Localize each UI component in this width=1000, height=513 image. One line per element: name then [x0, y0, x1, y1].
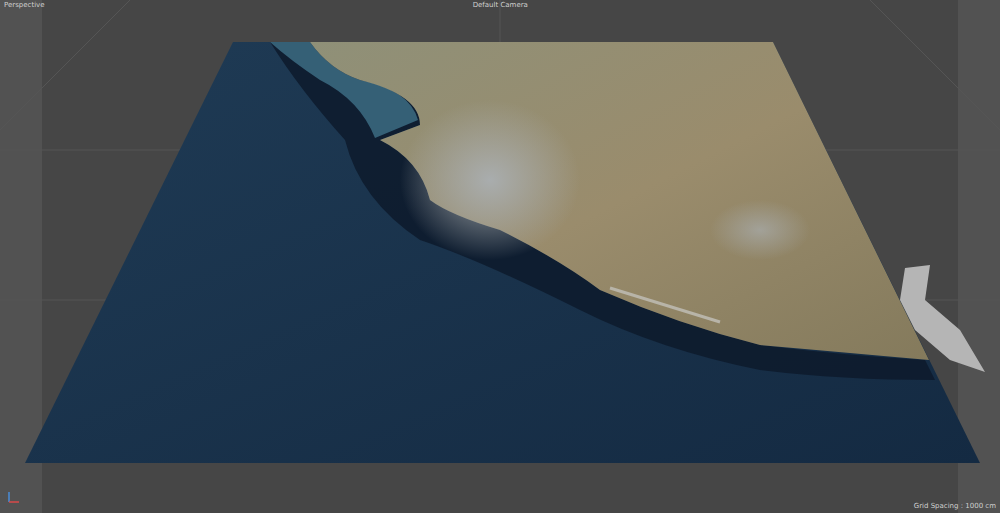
- view-label[interactable]: Perspective: [4, 1, 45, 10]
- sea-plane: [25, 42, 980, 463]
- town-area: [710, 200, 810, 260]
- land-area: [310, 42, 929, 360]
- viewport-header: Perspective Default Camera: [0, 0, 1000, 11]
- mesh-fragment: [900, 265, 985, 372]
- camera-label[interactable]: Default Camera: [473, 1, 528, 10]
- coastal-shelf: [270, 42, 935, 380]
- grid-spacing-label: Grid Spacing : 1000 cm: [914, 502, 996, 511]
- viewport-left-band: [0, 0, 42, 513]
- viewport[interactable]: Perspective Default Camera Grid Spacing : …: [0, 0, 1000, 513]
- axis-icon: [6, 489, 22, 505]
- scene-canvas[interactable]: [0, 0, 1000, 513]
- city-area: [400, 100, 580, 260]
- airport-runway: [610, 288, 720, 322]
